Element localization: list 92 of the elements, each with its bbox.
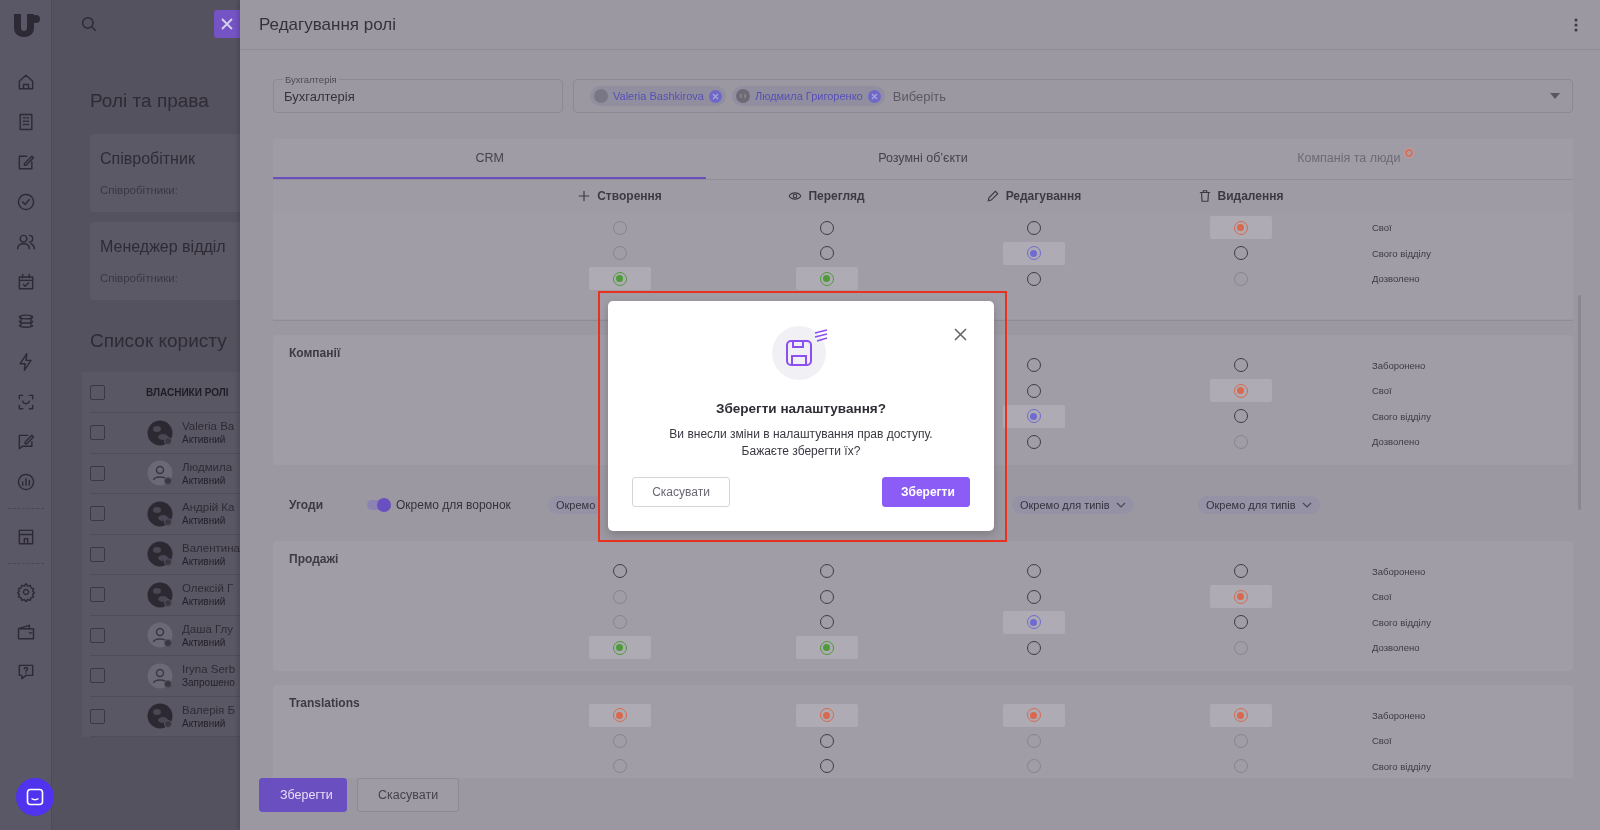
cancel-button[interactable]: Скасувати bbox=[357, 778, 460, 812]
dialog-title: Зберегти налаштування? bbox=[716, 401, 886, 416]
chevron-icon bbox=[1115, 501, 1126, 508]
radio-option[interactable] bbox=[1209, 379, 1272, 403]
checkbox[interactable] bbox=[90, 546, 105, 562]
level-label: Свого відділу bbox=[1372, 760, 1431, 772]
radio-option[interactable] bbox=[795, 267, 858, 291]
column-header: Видалення bbox=[1217, 189, 1284, 203]
column-header: Створення bbox=[597, 189, 662, 203]
radio-option[interactable] bbox=[1002, 404, 1065, 428]
checkbox[interactable] bbox=[90, 506, 105, 522]
radio-option[interactable] bbox=[1002, 610, 1065, 634]
type-dropdown[interactable]: Окремо bbox=[548, 495, 600, 514]
user-status: Активний bbox=[182, 555, 227, 567]
radio-option[interactable] bbox=[795, 636, 858, 660]
dialog-message: Ви внесли зміни в налаштування прав доступу. Бажаєте зберегти їх? bbox=[668, 426, 934, 460]
level-label: Дозволено bbox=[1372, 436, 1420, 448]
field-value: Бухгалтерія bbox=[284, 88, 355, 104]
save-button[interactable]: Зберегти bbox=[882, 477, 970, 507]
checkbox[interactable] bbox=[90, 465, 105, 481]
user-status: Активний bbox=[182, 636, 227, 648]
radio-option[interactable] bbox=[1002, 703, 1065, 727]
eye-icon bbox=[788, 189, 803, 203]
radio-option[interactable] bbox=[1002, 241, 1065, 265]
section-title: Угоди bbox=[289, 497, 324, 512]
level-label: Свої bbox=[1372, 222, 1392, 234]
toggle-label: Окремо для воронок bbox=[396, 497, 511, 512]
pencil-icon bbox=[985, 189, 1000, 203]
wallet-icon[interactable] bbox=[15, 622, 36, 642]
user-status: Активний bbox=[182, 596, 227, 608]
radio-option[interactable] bbox=[588, 703, 651, 727]
close-icon[interactable] bbox=[954, 328, 967, 341]
cancel-button[interactable]: Скасувати bbox=[632, 477, 730, 507]
field-label: Бухгалтерія bbox=[283, 74, 339, 85]
checkbox[interactable] bbox=[90, 587, 105, 603]
radio-option[interactable] bbox=[588, 636, 651, 660]
type-dropdown[interactable]: Окремо для типів bbox=[1012, 495, 1134, 514]
level-label: Свої bbox=[1372, 591, 1392, 603]
user-status: Активний bbox=[182, 515, 227, 527]
checkbox[interactable] bbox=[90, 384, 105, 400]
section-title: Translations bbox=[289, 695, 360, 710]
level-label: Свого відділу bbox=[1372, 410, 1431, 422]
level-label: Заборонено bbox=[1372, 565, 1426, 577]
level-label: Заборонено bbox=[1372, 709, 1426, 721]
radio-option[interactable] bbox=[1209, 585, 1272, 609]
radio-option[interactable] bbox=[588, 267, 651, 291]
caret-icon[interactable] bbox=[1550, 93, 1560, 99]
level-label: Свого відділу bbox=[1372, 616, 1431, 628]
radio-option[interactable] bbox=[795, 703, 858, 727]
type-dropdown[interactable]: Окремо для типів bbox=[1198, 495, 1320, 514]
user-status: Активний bbox=[182, 434, 227, 446]
user-chip[interactable]: Valeria Bashkirova bbox=[590, 86, 726, 106]
remove-icon[interactable] bbox=[708, 89, 722, 103]
level-label: Свого відділу bbox=[1372, 247, 1431, 259]
toggle-switch[interactable] bbox=[367, 499, 389, 510]
chevron-icon bbox=[1301, 501, 1312, 508]
tab[interactable]: Розумні об’єкти bbox=[706, 139, 1140, 179]
radio-option[interactable] bbox=[1209, 703, 1272, 727]
chart-icon[interactable] bbox=[15, 472, 36, 492]
user-chip[interactable]: Людмила Григоренко bbox=[731, 86, 885, 106]
trash-icon bbox=[1197, 189, 1212, 203]
plus-icon bbox=[577, 189, 592, 203]
more-icon[interactable] bbox=[1574, 17, 1578, 32]
section-title: Продажі bbox=[289, 551, 339, 566]
checkbox[interactable] bbox=[90, 627, 105, 643]
search-icon[interactable] bbox=[80, 15, 98, 33]
section-title: Компанії bbox=[289, 345, 341, 360]
checkbox[interactable] bbox=[90, 425, 105, 441]
owners-select[interactable]: Valeria Bashkirova Людмила Григоренко Виберіть bbox=[573, 79, 1573, 113]
column-header: ВЛАСНИКИ РОЛІ bbox=[146, 386, 229, 398]
level-label: Дозволено bbox=[1372, 273, 1420, 285]
save-button[interactable]: Зберегти bbox=[259, 778, 347, 812]
chat-icon bbox=[26, 788, 44, 806]
level-label: Свої bbox=[1372, 385, 1392, 397]
checkbox[interactable] bbox=[90, 708, 105, 724]
close-button[interactable] bbox=[214, 10, 240, 38]
column-header: Редагування bbox=[1005, 189, 1082, 203]
user-status: Активний bbox=[182, 474, 227, 486]
settings-icon[interactable] bbox=[15, 582, 36, 602]
drawer-title: Редагування ролі bbox=[259, 14, 396, 35]
select-placeholder: Виберіть bbox=[892, 88, 947, 104]
level-label: Свої bbox=[1372, 735, 1392, 747]
level-label: Дозволено bbox=[1372, 642, 1420, 654]
remove-icon[interactable] bbox=[867, 89, 881, 103]
column-header: Перегляд bbox=[808, 189, 865, 203]
user-status: Запрошено bbox=[182, 677, 236, 689]
radio-option[interactable] bbox=[1209, 216, 1272, 240]
checkbox[interactable] bbox=[90, 668, 105, 684]
users-icon[interactable] bbox=[15, 232, 36, 252]
level-label: Заборонено bbox=[1372, 359, 1426, 371]
user-status: Активний bbox=[182, 717, 227, 729]
close-icon bbox=[221, 18, 233, 30]
